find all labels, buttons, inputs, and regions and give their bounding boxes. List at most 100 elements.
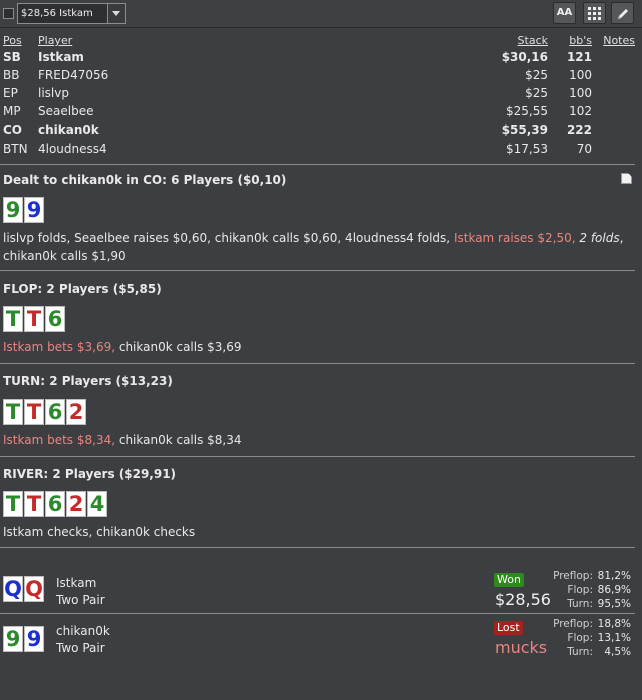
player-pos: EP: [3, 86, 18, 100]
hole-cards: 99: [3, 197, 45, 225]
player-pos: CO: [3, 123, 23, 137]
dropdown-arrow-button[interactable]: [107, 4, 125, 23]
preflop-title: Dealt to chikan0k in CO: 6 Players ($0,1…: [3, 173, 287, 187]
font-size-button[interactable]: AA: [553, 2, 576, 24]
card: Q: [3, 576, 23, 602]
turn-action-text: chikan0k calls $8,34: [115, 433, 242, 447]
shown-cards: QQ: [3, 576, 45, 604]
lost-badge: Lost: [494, 621, 523, 635]
col-header-bbs[interactable]: bb's: [569, 34, 592, 47]
card: 9: [3, 197, 23, 223]
hero-action: Istkam bets $3,69,: [3, 340, 116, 354]
player-stack: $25,55: [506, 104, 548, 118]
player-pos: BTN: [3, 142, 28, 156]
grid-icon: [588, 7, 601, 20]
card: 9: [24, 626, 44, 652]
divider: [0, 270, 635, 271]
col-header-stack[interactable]: Stack: [518, 34, 548, 47]
turn-title: TURN: 2 Players ($13,23): [3, 374, 173, 388]
hero-action: Istkam raises $2,50,: [453, 231, 576, 245]
edit-button[interactable]: [611, 2, 634, 24]
player-name: Seaelbee: [38, 104, 94, 118]
equity-label: Turn:: [567, 646, 593, 658]
player-bbs: 121: [566, 50, 592, 64]
divider: [0, 164, 635, 165]
equity-label: Preflop:: [553, 570, 593, 582]
col-header-pos[interactable]: Pos: [3, 34, 22, 47]
preflop-actions: lislvp folds, Seaelbee raises $0,60, chi…: [3, 229, 628, 265]
player-pos: MP: [3, 104, 21, 118]
col-header-notes[interactable]: Notes: [603, 34, 635, 47]
divider: [0, 613, 635, 614]
player-bbs: 100: [569, 86, 592, 100]
player-pos: SB: [3, 50, 21, 64]
card: T: [24, 399, 44, 425]
result-hand: Two Pair: [56, 641, 105, 655]
equity-label: Preflop:: [553, 618, 593, 630]
card: T: [24, 306, 44, 332]
table-row[interactable]: MP Seaelbee $25,55 102: [0, 102, 642, 120]
shown-cards: 99: [3, 626, 45, 654]
equity-value: 95,5%: [597, 598, 631, 610]
table-row[interactable]: BB FRED47056 $25 100: [0, 66, 642, 84]
result-player-name: chikan0k: [56, 624, 110, 638]
flop-title: FLOP: 2 Players ($5,85): [3, 282, 162, 296]
player-name: lislvp: [38, 86, 69, 100]
player-name: chikan0k: [38, 123, 99, 137]
hand-select-value: $28,56 Istkam: [21, 8, 93, 19]
note-icon[interactable]: [621, 173, 632, 184]
player-bbs: 222: [566, 123, 592, 137]
folds-count: 2 folds: [579, 231, 620, 245]
player-name: 4loudness4: [38, 142, 107, 156]
turn-actions: Istkam bets $8,34, chikan0k calls $8,34: [3, 431, 628, 449]
card: T: [3, 491, 23, 517]
equity-value: 86,9%: [597, 584, 631, 596]
player-name: Istkam: [38, 50, 84, 64]
card: Q: [24, 576, 44, 602]
hero-action: Istkam bets $8,34,: [3, 433, 116, 447]
equity-value: 81,2%: [597, 570, 631, 582]
equity-row: Preflop: 18,8%: [540, 618, 631, 631]
equity-label: Turn:: [567, 598, 593, 610]
table-row[interactable]: EP lislvp $25 100: [0, 84, 642, 102]
equity-value: 18,8%: [597, 618, 631, 630]
player-bbs: 102: [569, 104, 592, 118]
pencil-icon: [618, 9, 628, 19]
player-stack: $17,53: [506, 142, 548, 156]
player-stack: $25: [525, 68, 548, 82]
hand-select-dropdown[interactable]: $28,56 Istkam: [17, 3, 126, 24]
result-hand: Two Pair: [56, 593, 105, 607]
flop-actions: Istkam bets $3,69, chikan0k calls $3,69: [3, 338, 628, 356]
grid-view-button[interactable]: [583, 2, 606, 24]
equity-row: Preflop: 81,2%: [540, 570, 631, 583]
table-row[interactable]: SB Istkam $30,16 121: [0, 48, 642, 66]
flop-action-text: chikan0k calls $3,69: [115, 340, 242, 354]
toolbar: $28,56 Istkam AA: [0, 0, 642, 28]
player-bbs: 100: [569, 68, 592, 82]
card: 2: [66, 399, 86, 425]
player-pos: BB: [3, 68, 20, 82]
card: 6: [45, 399, 65, 425]
equity-row: Turn: 95,5%: [540, 598, 631, 611]
divider: [0, 547, 635, 548]
select-checkbox[interactable]: [3, 8, 14, 19]
equity-row: Flop: 13,1%: [540, 632, 631, 645]
board-cards: TT62: [3, 399, 87, 427]
equity-value: 4,5%: [604, 646, 631, 658]
card: 9: [3, 626, 23, 652]
result-player-name: Istkam: [56, 576, 97, 590]
table-row[interactable]: CO chikan0k $55,39 222: [0, 121, 642, 139]
card: 4: [87, 491, 107, 517]
equity-label: Flop:: [567, 584, 593, 596]
equity-value: 13,1%: [597, 632, 631, 644]
divider: [0, 363, 635, 364]
river-actions: Istkam checks, chikan0k checks: [3, 523, 628, 541]
player-name: FRED47056: [38, 68, 109, 82]
table-row[interactable]: BTN 4loudness4 $17,53 70: [0, 140, 642, 158]
chevron-down-icon: [112, 11, 120, 16]
player-bbs: 70: [576, 142, 592, 156]
card: 6: [45, 306, 65, 332]
equity-label: Flop:: [567, 632, 593, 644]
card: 6: [45, 491, 65, 517]
col-header-player[interactable]: Player: [38, 34, 72, 47]
